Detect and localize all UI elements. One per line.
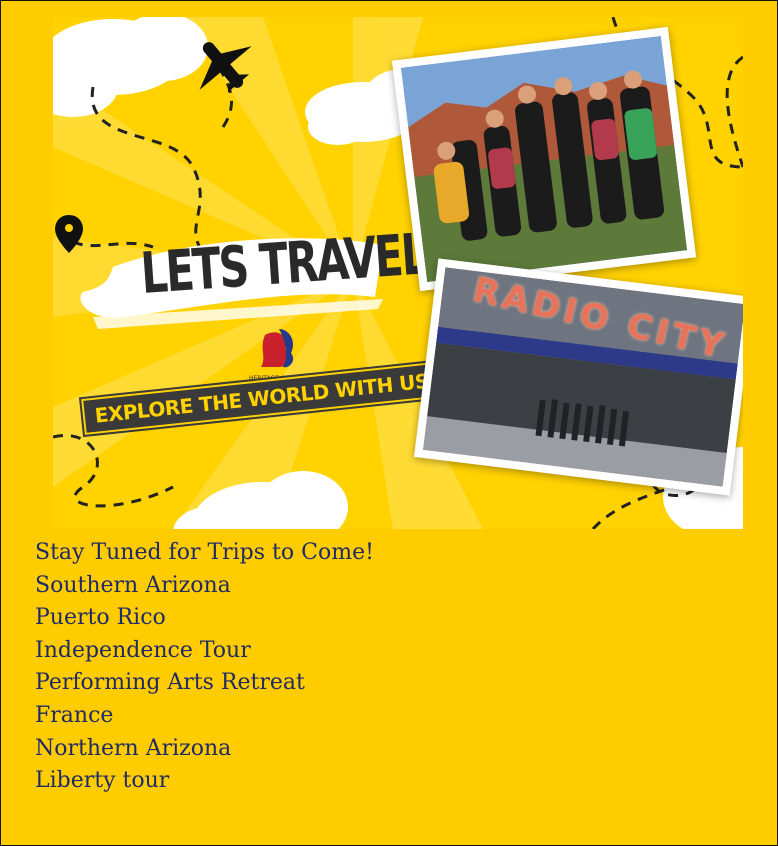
group-photo-desert	[391, 26, 697, 292]
trips-heading: Stay Tuned for Trips to Come!	[35, 540, 374, 565]
list-item: Liberty tour	[35, 768, 170, 794]
list-item: Northern Arizona	[35, 735, 232, 761]
list-item: Puerto Rico	[35, 605, 166, 631]
list-item: Southern Arizona	[35, 572, 231, 598]
trip-list: Stay Tuned for Trips to Come! Southern A…	[35, 537, 374, 798]
school-logo	[261, 329, 294, 368]
list-item: France	[35, 702, 114, 728]
group-photo-radio-city: RADIO CITY	[413, 258, 743, 496]
list-item: Performing Arts Retreat	[35, 670, 305, 696]
page-frame: LETS TRAVEL HERITAGE ACADEMY EXPLORE THE…	[0, 0, 778, 846]
list-item: Independence Tour	[35, 637, 251, 663]
travel-banner-image: LETS TRAVEL HERITAGE ACADEMY EXPLORE THE…	[53, 17, 743, 529]
